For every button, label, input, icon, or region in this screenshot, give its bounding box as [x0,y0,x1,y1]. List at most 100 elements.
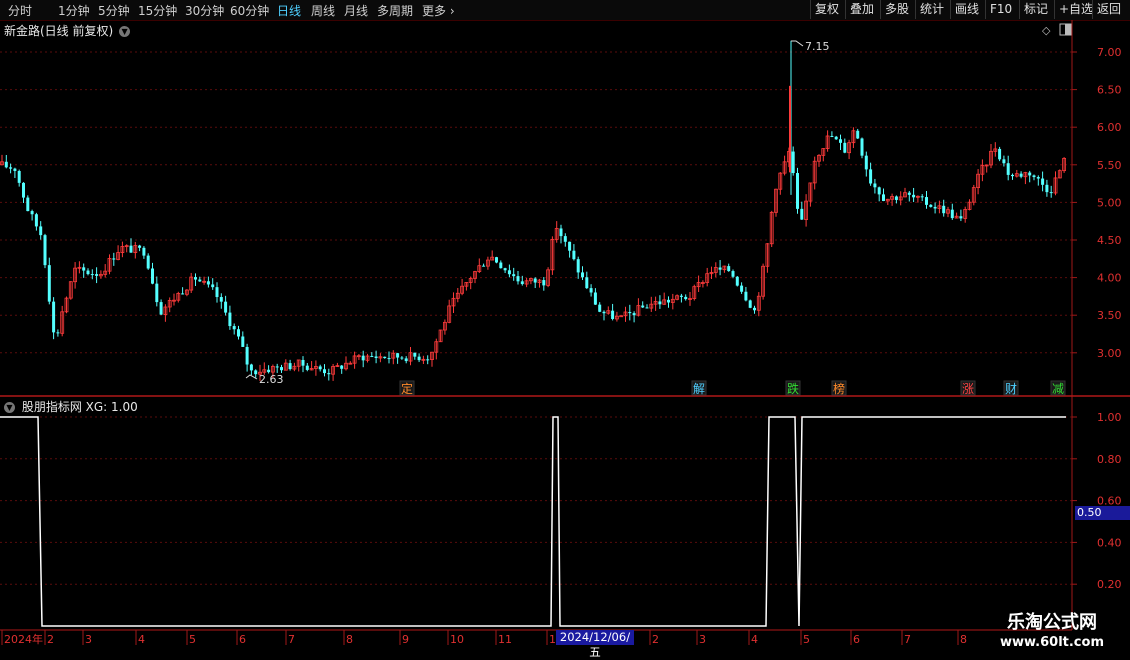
candle-body [628,312,632,314]
event-marker-label[interactable]: 榜 [833,381,845,396]
candle-body [907,192,911,195]
candle-body [830,135,834,137]
main-chart-title[interactable]: 新金路(日线 前复权) ▼ [4,22,131,39]
price-tick-label: 5.00 [1097,196,1122,209]
candle-body [426,359,430,361]
candle-body [748,300,752,308]
candle-body [482,265,486,267]
indicator-title[interactable]: ▼ 股朋指标网 XG: 1.00 [4,398,138,415]
candle-body [90,274,94,276]
event-marker-label[interactable]: 涨 [962,381,974,396]
candle-body [950,209,954,219]
candle-body [159,302,163,315]
date-tick-label: 4 [138,633,145,646]
watermark-url: www.60lt.com [999,635,1104,650]
candle-body [507,270,511,275]
candle-body [30,211,34,215]
event-marker-label[interactable]: 解 [693,382,705,396]
date-tick-label: 2 [47,633,54,646]
candle-body [933,206,937,209]
candle-body [404,358,408,362]
candle-body [796,173,799,209]
watermark: 乐淘公式网 www.60lt.com [1000,608,1104,650]
date-tick-label: 7 [288,633,295,646]
candle-body [198,279,202,282]
candle-body [568,241,572,251]
price-tick-label: 5.50 [1097,159,1122,172]
candle-body [219,297,223,302]
candle-body [52,301,56,333]
candle-body [1002,159,1006,164]
indicator-tick-label: 0.20 [1097,578,1122,591]
candle-body [288,363,292,370]
candle-body [645,307,649,309]
candle-body [241,336,245,347]
candle-body [17,170,21,183]
candle-body [576,259,580,273]
candle-body [215,287,219,298]
candle-body [340,365,344,369]
candle-body [280,367,283,371]
candle-body [374,356,378,359]
event-marker-label[interactable]: 定 [401,381,413,396]
candle-body [232,326,236,330]
candle-body [254,370,258,375]
candle-body [593,292,597,305]
chevron-down-icon[interactable]: ▼ [119,26,131,37]
candle-body [56,332,60,334]
candle-body [834,136,838,140]
diamond-icon[interactable]: ◇ [1042,24,1051,37]
candle-body [563,236,567,242]
candle-body [589,288,593,293]
watermark-title: 乐淘公式网 [1006,612,1097,633]
candle-body [860,138,864,156]
candle-body [542,280,546,286]
date-tick-label: 5 [189,633,196,646]
stock-title: 新金路(日线 前复权) [4,24,114,38]
indicator-tick-label: 1.00 [1097,411,1122,424]
high-price-annotation: 7.15 [791,40,830,53]
chevron-down-icon[interactable]: ▼ [4,402,15,413]
candle-body [581,272,584,278]
candle-body [228,312,232,327]
candle-body [877,187,881,195]
price-tick-label: 6.50 [1097,84,1122,97]
candle-body [942,205,946,214]
candle-body [211,284,215,288]
date-axis: 2024年 2 3 4 5 6 7 8 9 10 11 1 2 3 4 5 6 7 8 [1,630,967,646]
candle-body [327,373,331,375]
candle-body [559,228,563,237]
event-marker-label[interactable]: 减 [1052,382,1064,396]
candle-body [387,358,391,360]
candle-body [731,271,735,277]
chart-canvas[interactable]: 7.00 6.50 6.00 5.50 5.00 4.50 4.00 3.50 3.00 1.0… [0,0,1130,650]
candle-body [503,268,507,271]
event-marker-label[interactable]: 跌 [787,381,799,396]
candle-body [396,353,400,358]
candle-body [744,291,748,301]
candle-body [138,245,142,248]
price-tick-label: 3.50 [1097,309,1122,322]
candle-body [318,366,322,370]
candle-body [499,262,503,269]
candle-body [1032,175,1036,178]
event-marker-label[interactable]: 财 [1005,382,1017,396]
price-tick-label: 3.00 [1097,347,1122,360]
candle-body [1011,174,1014,177]
candle-body [791,151,795,174]
candle-body [275,366,279,368]
indicator-axis: 1.000.800.600.400.20 [1072,411,1122,591]
candle-body [1045,184,1049,193]
candle-body [361,355,365,361]
candle-body [245,346,249,365]
date-tick-label: 11 [498,633,512,646]
candle-body [82,267,86,271]
candle-body [572,250,576,260]
price-tick-label: 6.00 [1097,121,1122,134]
candle-body [894,196,898,200]
date-tick-label: 10 [450,633,464,646]
candle-body [912,194,916,198]
low-price-label: 2.63 [259,373,284,386]
date-tick-label: 1 [549,633,556,646]
cursor-value-label: 0.50 [1075,506,1130,520]
